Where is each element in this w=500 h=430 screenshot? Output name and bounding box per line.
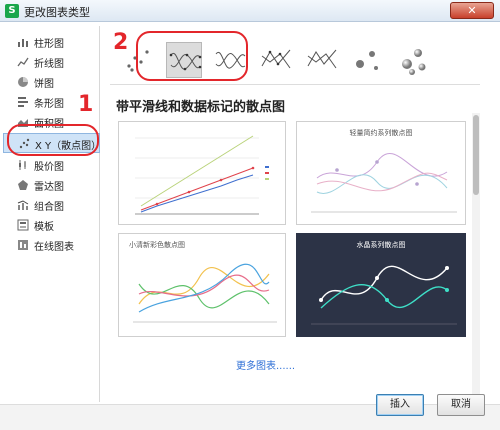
combo-chart-icon: [17, 200, 29, 210]
annotation-number-1: 1: [78, 92, 94, 117]
insert-button[interactable]: 插入: [376, 394, 424, 416]
chart-type-sidebar: 柱形图 折线图 饼图 条形图 面积图 X Y（散点图） 股价图 雷达图 组合图 …: [3, 26, 101, 402]
subtype-bubble[interactable]: [350, 42, 386, 78]
more-charts-link[interactable]: 更多图表......: [236, 357, 295, 372]
sidebar-item-label: 模板: [34, 222, 54, 233]
sidebar-item-label: 组合图: [34, 202, 64, 213]
thumb-4-title: 水晶系列散点图: [356, 241, 406, 249]
sidebar-item-online[interactable]: 在线图表: [3, 235, 100, 255]
template-icon: [17, 219, 29, 231]
app-icon: S: [5, 4, 19, 18]
scrollbar-thumb[interactable]: [473, 115, 479, 195]
sidebar-item-label: 折线图: [34, 59, 64, 70]
sidebar-item-label: 饼图: [34, 79, 54, 90]
preview-scrollbar[interactable]: [472, 113, 480, 402]
sidebar-item-label: 股价图: [34, 162, 64, 173]
sidebar-item-combo[interactable]: 组合图: [3, 195, 100, 215]
sidebar-item-stock[interactable]: 股价图: [3, 155, 100, 175]
bar-chart-icon: [18, 97, 28, 107]
subtype-straight-lines-markers[interactable]: [258, 42, 294, 78]
straight-lines-icon: [307, 49, 337, 69]
sidebar-item-radar[interactable]: 雷达图: [3, 175, 100, 195]
window-title: 更改图表类型: [24, 6, 90, 19]
sidebar-item-label: 柱形图: [34, 39, 64, 50]
toolbar-divider: [110, 84, 480, 85]
straight-lines-markers-icon: [261, 49, 291, 69]
close-button[interactable]: ✕: [450, 2, 494, 19]
sidebar-item-label: 雷达图: [34, 182, 64, 193]
annotation-number-2: 2: [113, 30, 129, 55]
sidebar-item-column[interactable]: 柱形图: [3, 32, 100, 52]
chart-thumb-4[interactable]: 水晶系列散点图: [296, 233, 466, 337]
stock-chart-icon: [19, 160, 26, 170]
line-chart-icon: [17, 57, 29, 67]
thumb-1-chart: [135, 135, 269, 215]
cancel-button[interactable]: 取消: [437, 394, 485, 416]
column-chart-icon: [18, 39, 28, 47]
online-chart-icon: [18, 240, 28, 250]
radar-chart-icon: [18, 180, 28, 190]
sidebar-item-template[interactable]: 模板: [3, 215, 100, 235]
title-bar: S 更改图表类型 ✕: [0, 0, 500, 22]
chart-thumb-3[interactable]: 小清新彩色散点图: [118, 233, 286, 337]
annotation-ellipse-2: [136, 31, 248, 81]
annotation-ellipse-1: [7, 124, 99, 156]
subtype-straight-lines[interactable]: [304, 42, 340, 78]
sidebar-item-pie[interactable]: 饼图: [3, 72, 100, 92]
sidebar-item-label: 在线图表: [34, 242, 74, 253]
subtype-bubble-3d[interactable]: [396, 42, 432, 78]
chart-thumb-1[interactable]: [118, 121, 286, 225]
thumb-3-title: 小清新彩色散点图: [129, 241, 185, 249]
bubble-3d-icon: [402, 49, 426, 75]
dialog-footer: [0, 404, 500, 430]
thumb-2-title: 轻量简约系列散点图: [349, 129, 413, 137]
sidebar-item-label: 条形图: [34, 99, 64, 110]
pie-chart-icon: [18, 77, 28, 87]
bubble-icon: [356, 51, 378, 70]
sidebar-item-line[interactable]: 折线图: [3, 52, 100, 72]
chart-thumb-2[interactable]: 轻量简约系列散点图: [296, 121, 466, 225]
